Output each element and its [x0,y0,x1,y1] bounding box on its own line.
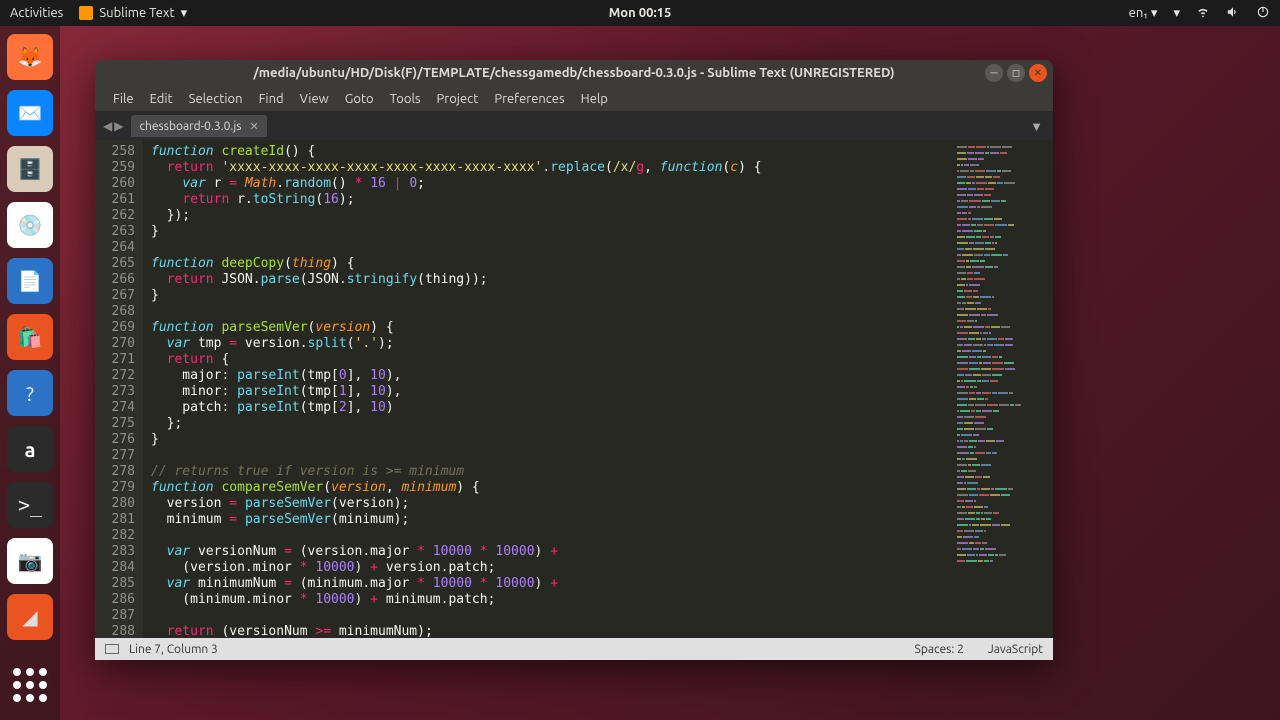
status-position[interactable]: Line 7, Column 3 [129,643,218,656]
input-language[interactable]: en₁ ▾ [1129,6,1158,21]
minimize-button[interactable]: ─ [985,64,1003,82]
menubar: FileEditSelectionFindViewGotoToolsProjec… [95,86,1053,112]
sublime-window: /media/ubuntu/HD/Disk(F)/TEMPLATE/chessg… [95,60,1053,660]
maximize-button[interactable]: ◻ [1007,64,1025,82]
dock-thunderbird[interactable]: ✉️ [7,90,53,136]
dock-writer[interactable]: 📄 [7,258,53,304]
network-icon[interactable]: ▾ [1173,6,1180,21]
dock-disks[interactable]: 💿 [7,202,53,248]
dock-amazon[interactable]: a [7,426,53,472]
status-indent[interactable]: Spaces: 2 [915,643,964,656]
menu-file[interactable]: File [105,92,142,106]
code-area[interactable]: function createId() { return 'xxxx-xxxx-… [143,140,953,638]
menu-selection[interactable]: Selection [181,92,251,106]
tabbar: ◀ ▶ chessboard-0.3.0.js ✕ ▼ [95,112,1053,140]
line-gutter: 258 259 260 261 262 263 264 265 266 267 … [95,140,143,638]
dock-files[interactable]: 🗄️ [7,146,53,192]
panel-switcher-icon[interactable] [105,644,119,654]
tab-close-icon[interactable]: ✕ [249,120,258,133]
sublime-icon [79,6,93,20]
dock-terminal[interactable]: >_ [7,482,53,528]
window-title: /media/ubuntu/HD/Disk(F)/TEMPLATE/chessg… [253,66,894,80]
show-applications[interactable] [7,662,53,708]
app-indicator-label: Sublime Text [99,6,174,20]
chevron-down-icon: ▾ [181,6,188,21]
close-button[interactable]: ✕ [1029,64,1047,82]
menu-tools[interactable]: Tools [382,92,429,106]
statusbar: Line 7, Column 3 Spaces: 2 JavaScript [95,638,1053,660]
menu-preferences[interactable]: Preferences [486,92,572,106]
status-syntax[interactable]: JavaScript [988,643,1043,656]
app-indicator[interactable]: Sublime Text ▾ [79,6,187,21]
tab-prev-icon[interactable]: ◀ [103,119,112,133]
tab-next-icon[interactable]: ▶ [114,119,123,133]
clock[interactable]: Mon 00:15 [609,6,672,20]
minimap[interactable] [953,140,1053,638]
volume-icon[interactable] [1226,5,1240,22]
tab-active[interactable]: chessboard-0.3.0.js ✕ [131,115,266,137]
titlebar[interactable]: /media/ubuntu/HD/Disk(F)/TEMPLATE/chessg… [95,60,1053,86]
wifi-icon[interactable] [1196,5,1210,22]
tab-label: chessboard-0.3.0.js [139,120,241,133]
dock: 🦊 ✉️ 🗄️ 💿 📄 🛍️ ? a >_ 📷 ◢ [0,26,60,720]
menu-edit[interactable]: Edit [142,92,181,106]
menu-goto[interactable]: Goto [337,92,382,106]
editor[interactable]: 258 259 260 261 262 263 264 265 266 267 … [95,140,1053,638]
activities-button[interactable]: Activities [10,6,63,20]
menu-view[interactable]: View [292,92,337,106]
power-icon[interactable] [1256,5,1270,22]
menu-find[interactable]: Find [251,92,292,106]
dock-firefox[interactable]: 🦊 [7,34,53,80]
tab-dropdown-icon[interactable]: ▼ [1030,119,1043,134]
dock-software[interactable]: 🛍️ [7,314,53,360]
dock-help[interactable]: ? [7,370,53,416]
top-panel: Activities Sublime Text ▾ Mon 00:15 en₁ … [0,0,1280,26]
dock-screenshot[interactable]: 📷 [7,538,53,584]
dock-sublime[interactable]: ◢ [7,594,53,640]
menu-project[interactable]: Project [429,92,487,106]
menu-help[interactable]: Help [573,92,616,106]
